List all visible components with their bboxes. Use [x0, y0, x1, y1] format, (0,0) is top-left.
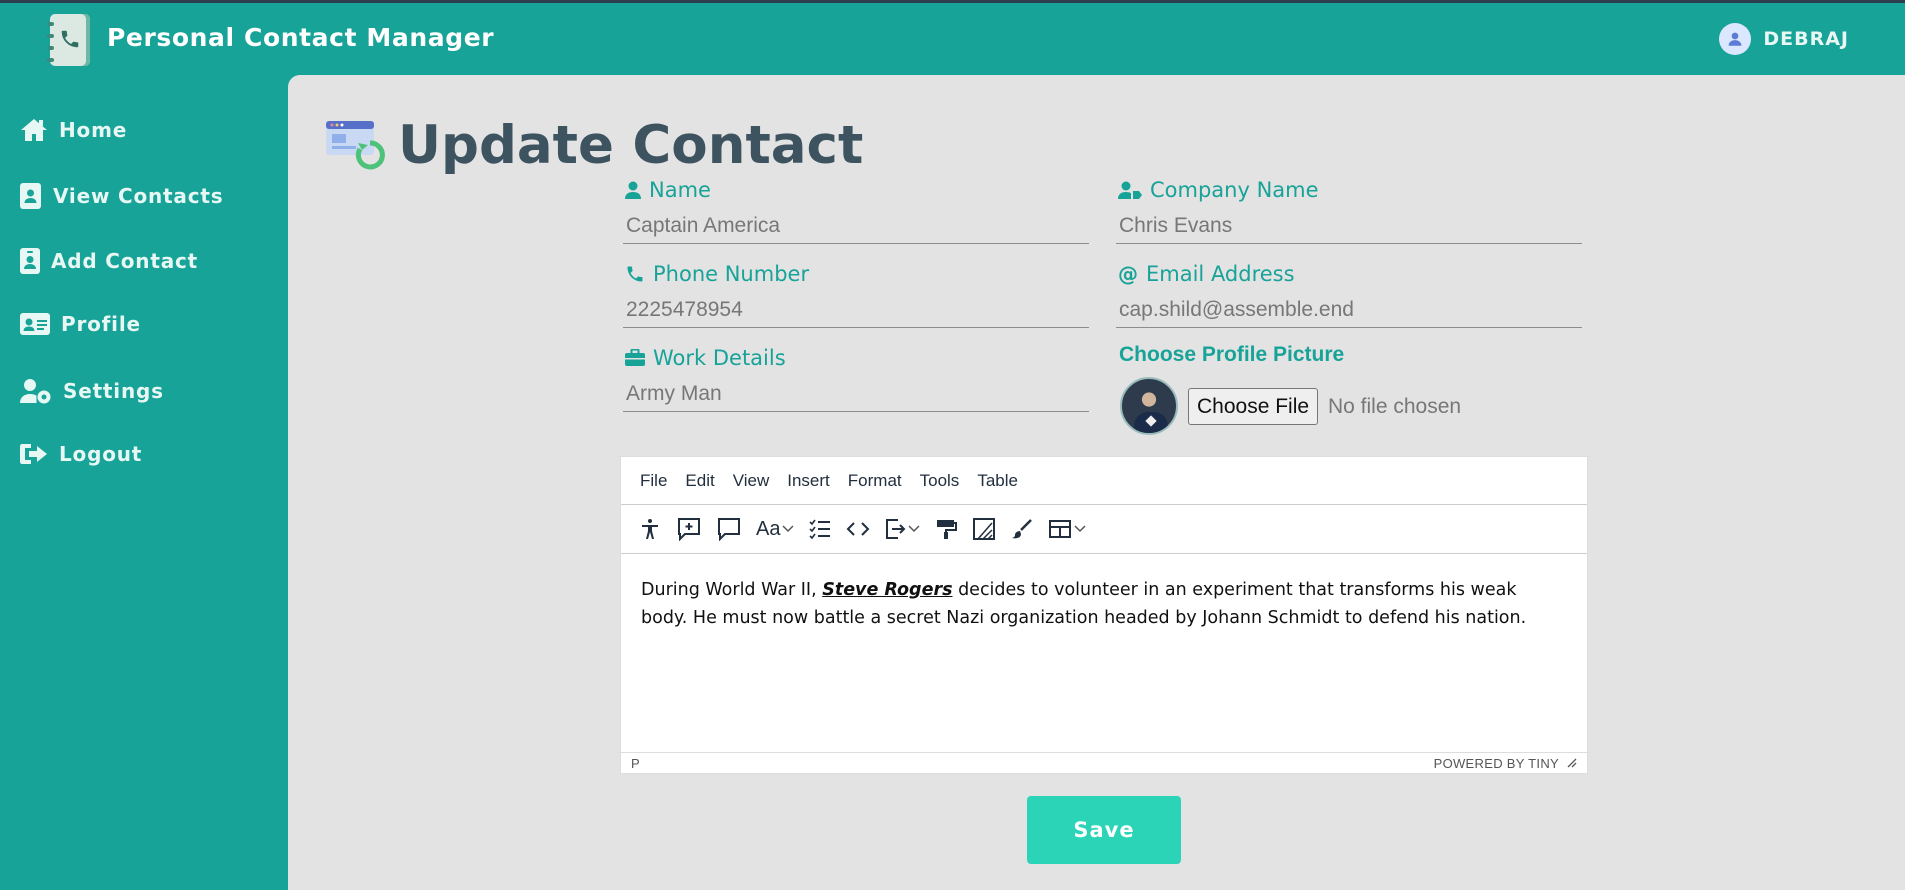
sidebar-item-label: Settings — [63, 379, 164, 403]
phone-field-group: Phone Number — [623, 260, 1089, 328]
home-icon — [21, 119, 47, 141]
format-painter-icon[interactable] — [929, 512, 963, 546]
emphasized-name: Steve Rogers — [822, 580, 953, 600]
briefcase-icon — [625, 349, 645, 366]
menu-edit[interactable]: Edit — [676, 471, 723, 491]
username: DEBRAJ — [1763, 28, 1849, 50]
update-contact-icon — [326, 121, 385, 170]
sidebar-item-label: Add Contact — [51, 249, 199, 273]
sidebar-item-view-contacts[interactable]: View Contacts — [19, 182, 223, 210]
code-icon[interactable] — [841, 512, 875, 546]
editor-statusbar: P POWERED BY TINY — [621, 752, 1587, 773]
add-comment-icon[interactable] — [671, 512, 707, 546]
table-icon[interactable] — [1043, 512, 1091, 546]
logout-icon — [20, 444, 47, 464]
menu-file[interactable]: File — [631, 471, 676, 491]
contact-card-icon — [20, 248, 40, 274]
sidebar-item-logout[interactable]: Logout — [19, 442, 142, 466]
id-card-icon — [20, 313, 50, 335]
phone-label: Phone Number — [625, 260, 1089, 288]
name-field-group: Name — [623, 176, 1089, 244]
work-field-group: Work Details — [623, 344, 1089, 412]
sidebar-item-home[interactable]: Home — [19, 117, 127, 143]
user-avatar-icon — [1719, 23, 1752, 55]
sidebar-item-label: Home — [59, 118, 128, 142]
resize-handle-icon[interactable] — [1567, 758, 1577, 768]
work-label: Work Details — [625, 344, 1089, 372]
company-input[interactable] — [1116, 208, 1582, 244]
app-header: Personal Contact Manager DEBRAJ — [0, 3, 1905, 75]
user-menu[interactable]: DEBRAJ — [1719, 23, 1849, 55]
editor-toolbar: Aa — [621, 505, 1587, 554]
rich-text-editor: File Edit View Insert Format Tools Table… — [620, 456, 1588, 774]
profile-picture-label: Choose Profile Picture — [1119, 343, 1345, 366]
name-label: Name — [625, 176, 1089, 204]
sidebar: Home View Contacts Add Contact Profile S… — [0, 75, 288, 890]
editor-content[interactable]: During World War II, Steve Rogers decide… — [621, 554, 1587, 752]
phone-icon — [627, 266, 643, 282]
company-label: Company Name — [1118, 176, 1582, 204]
sidebar-item-label: Profile — [61, 312, 141, 336]
phone-book-logo-icon — [47, 14, 90, 66]
menu-table[interactable]: Table — [968, 471, 1027, 491]
email-input[interactable] — [1116, 292, 1582, 328]
menu-tools[interactable]: Tools — [911, 471, 969, 491]
user-icon — [625, 181, 641, 199]
sidebar-item-label: View Contacts — [53, 184, 224, 208]
brush-icon[interactable] — [1005, 512, 1039, 546]
file-status-text: No file chosen — [1328, 395, 1462, 418]
app-title: Personal Contact Manager — [107, 23, 495, 52]
address-book-icon — [20, 183, 41, 209]
sidebar-item-settings[interactable]: Settings — [19, 377, 164, 405]
user-cog-icon — [20, 379, 51, 404]
profile-picture-thumbnail — [1120, 377, 1178, 435]
export-icon[interactable] — [879, 512, 925, 546]
accessibility-icon[interactable] — [633, 512, 667, 546]
email-field-group: @ Email Address — [1116, 260, 1582, 328]
comments-icon[interactable] — [711, 512, 747, 546]
choose-file-button[interactable]: Choose File — [1188, 388, 1319, 425]
company-field-group: Company Name — [1116, 176, 1582, 244]
sidebar-item-profile[interactable]: Profile — [19, 312, 141, 336]
image-edit-icon[interactable] — [967, 512, 1001, 546]
checklist-icon[interactable] — [803, 512, 837, 546]
at-sign-icon: @ — [1118, 262, 1138, 286]
save-button[interactable]: Save — [1027, 796, 1181, 864]
page-title: Update Contact — [398, 115, 864, 176]
work-input[interactable] — [623, 376, 1089, 412]
menu-format[interactable]: Format — [839, 471, 911, 491]
font-size-icon[interactable]: Aa — [751, 512, 799, 546]
email-label: @ Email Address — [1118, 262, 1295, 286]
menu-view[interactable]: View — [724, 471, 779, 491]
editor-menubar: File Edit View Insert Format Tools Table — [621, 457, 1587, 505]
sidebar-item-label: Logout — [59, 442, 143, 466]
user-tag-icon — [1118, 181, 1142, 199]
phone-input[interactable] — [623, 292, 1089, 328]
name-input[interactable] — [623, 208, 1089, 244]
menu-insert[interactable]: Insert — [778, 471, 839, 491]
powered-by-link[interactable]: POWERED BY TINY — [1434, 756, 1559, 771]
main-panel: Update Contact Name Company Name Phone N… — [288, 75, 1905, 890]
sidebar-item-add-contact[interactable]: Add Contact — [19, 247, 198, 275]
element-path[interactable]: P — [631, 756, 640, 771]
